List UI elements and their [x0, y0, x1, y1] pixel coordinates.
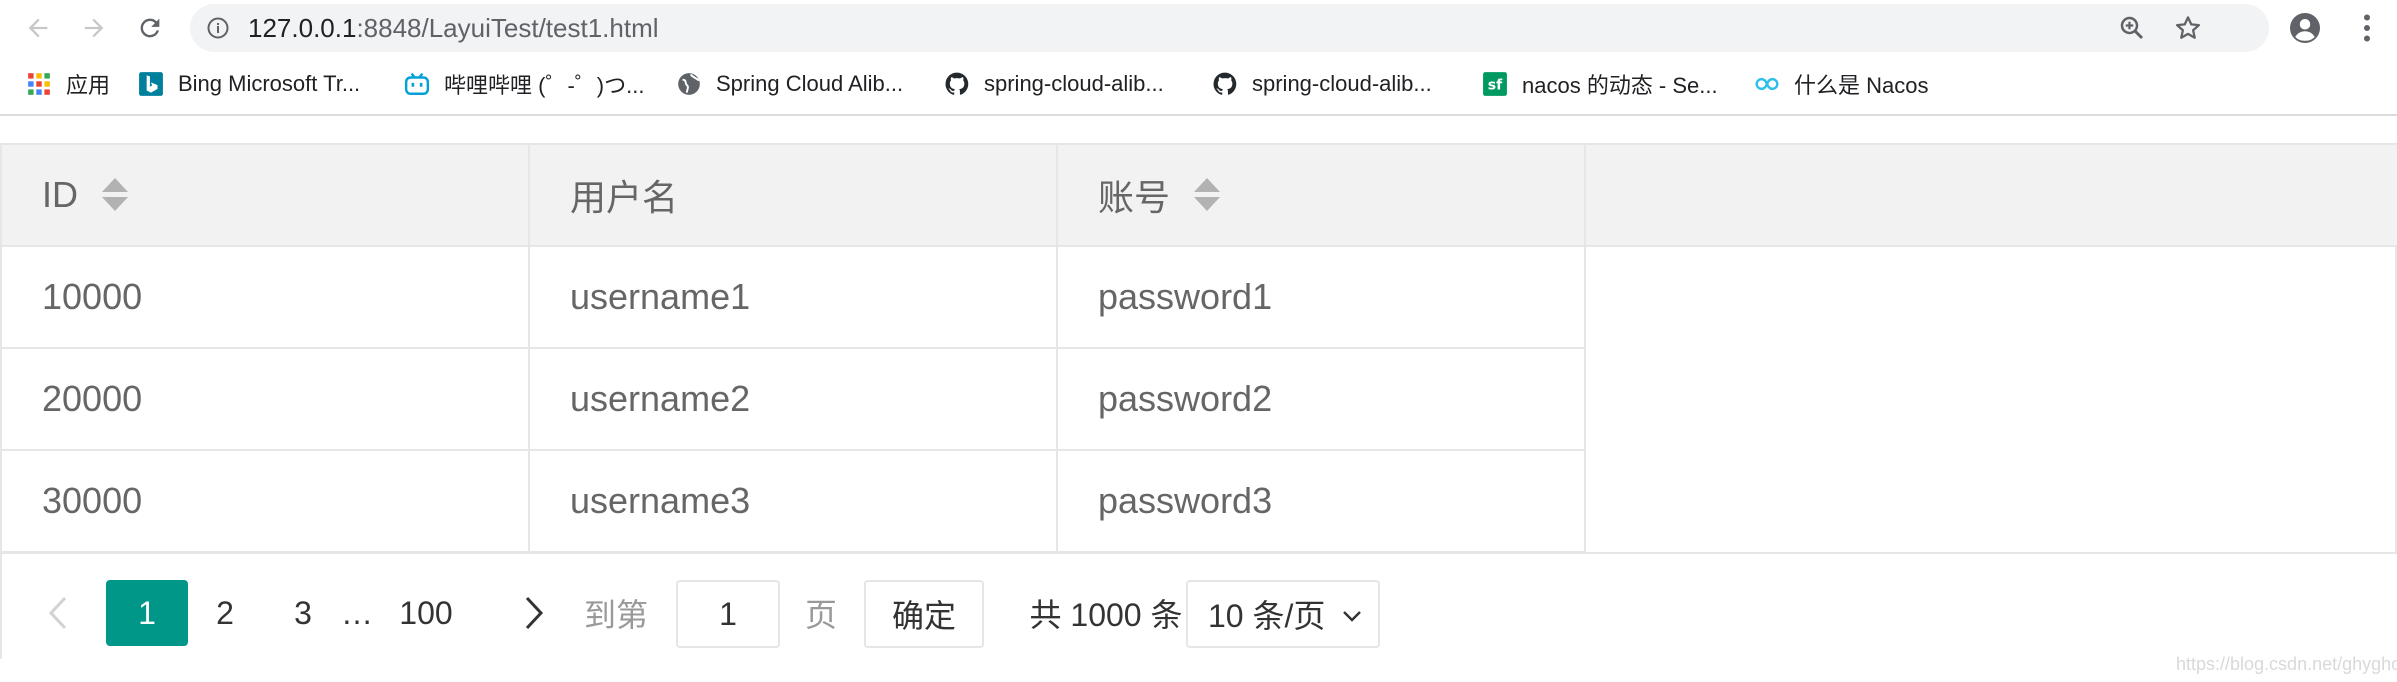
site-info-icon[interactable] [206, 16, 230, 40]
column-header-label: 用户名 [570, 177, 679, 218]
bookmark-label: nacos 的动态 - Se... [1522, 73, 1718, 98]
column-header-account[interactable]: 账号 [1058, 145, 1586, 245]
page-ellipsis: … [341, 594, 373, 631]
bookmark-bilibili[interactable]: 哔哩哔哩 (゜-゜)つ... [404, 66, 644, 102]
bookmark-label: 什么是 Nacos [1794, 73, 1929, 98]
bookmark-label: spring-cloud-alib... [1252, 71, 1432, 96]
skip-label: 到第 [583, 597, 648, 633]
bookmark-github-2[interactable]: spring-cloud-alib... [1212, 66, 1432, 102]
nacos-icon [1754, 71, 1780, 97]
address-bar[interactable]: 127.0.0.1:8848/LayuiTest/test1.html [190, 4, 2269, 52]
bookmark-apps[interactable]: 应用 [26, 66, 110, 102]
forward-arrow-icon [84, 18, 104, 38]
column-header-empty [1586, 145, 2397, 245]
bookmark-nacos[interactable]: 什么是 Nacos [1754, 66, 1928, 102]
svg-text:sf: sf [1488, 77, 1503, 93]
page-last[interactable]: 100 [392, 580, 460, 646]
cell-account: password2 [1058, 349, 1586, 449]
table-body: 10000 username1 password1 20000 username… [2, 247, 1586, 553]
chevron-down-icon [1343, 611, 1361, 622]
cell-username: username3 [530, 451, 1058, 551]
zoom-icon[interactable] [2117, 13, 2147, 43]
cell-username: username2 [530, 349, 1058, 449]
cell-account: password1 [1058, 247, 1586, 347]
back-arrow-icon [28, 18, 48, 38]
bookmark-label: spring-cloud-alib... [984, 71, 1164, 96]
watermark: https://blog.csdn.net/ghyghost [2176, 654, 2397, 674]
column-header-id[interactable]: ID [2, 145, 530, 245]
page-unit-label: 页 [804, 597, 837, 633]
sort-icon[interactable] [1194, 178, 1221, 212]
table-row[interactable]: 20000 username2 password2 [2, 349, 1586, 451]
github-icon [944, 71, 970, 97]
url-host: 127.0.0.1 [248, 13, 357, 43]
bookmark-spring-cloud[interactable]: Spring Cloud Alib... [676, 66, 903, 102]
total-count: 共 1000 条 [1029, 597, 1183, 633]
column-header-label: ID [42, 174, 78, 215]
chevron-right-icon [525, 596, 544, 630]
prev-page-button[interactable] [30, 580, 86, 646]
github-icon [1212, 71, 1238, 97]
reload-icon [140, 18, 160, 38]
page-current[interactable]: 1 [106, 580, 188, 646]
bookmark-github-1[interactable]: spring-cloud-alib... [944, 66, 1164, 102]
segmentfault-icon: sf [1482, 71, 1508, 97]
bing-icon [138, 71, 164, 97]
table-row[interactable]: 30000 username3 password3 [2, 451, 1586, 553]
page-3[interactable]: 3 [278, 580, 328, 646]
confirm-jump-button[interactable]: 确定 [864, 580, 984, 648]
column-header-label: 账号 [1098, 177, 1171, 218]
more-menu-icon[interactable] [2349, 10, 2385, 46]
page-2[interactable]: 2 [202, 580, 248, 646]
reload-button[interactable] [130, 8, 170, 48]
cell-id: 20000 [2, 349, 530, 449]
column-header-username: 用户名 [530, 145, 1058, 245]
account-icon[interactable] [2287, 10, 2323, 46]
bookmark-label: Spring Cloud Alib... [716, 71, 904, 96]
table-header: ID 用户名 账号 [2, 145, 2397, 247]
bookmark-label: Bing Microsoft Tr... [178, 71, 361, 96]
chrome-divider [0, 114, 2397, 116]
bilibili-icon [404, 71, 430, 97]
page-size-value: 10 条/页 [1208, 598, 1326, 634]
cell-id: 30000 [2, 451, 530, 551]
next-page-button[interactable] [506, 580, 562, 646]
apps-grid-icon [26, 71, 52, 97]
pagination: 1 2 3 … 100 到第 页 确定 共 1000 条 10 条/页 [2, 552, 2397, 659]
bookmark-star-icon[interactable] [2173, 13, 2203, 43]
url-text[interactable]: 127.0.0.1:8848/LayuiTest/test1.html [248, 15, 659, 41]
table-row[interactable]: 10000 username1 password1 [2, 247, 1586, 349]
page-size-select[interactable]: 10 条/页 [1186, 580, 1380, 648]
url-path: :8848/LayuiTest/test1.html [356, 13, 659, 43]
page-jump-input[interactable] [676, 580, 780, 648]
bookmark-bing[interactable]: Bing Microsoft Tr... [138, 66, 360, 102]
bookmark-segmentfault[interactable]: sf nacos 的动态 - Se... [1482, 66, 1718, 102]
back-button[interactable] [18, 8, 58, 48]
globe-icon [676, 71, 702, 97]
bookmarks-bar: 应用 Bing Microsoft Tr... 哔哩哔哩 (゜-゜)つ... S… [0, 60, 2397, 108]
bookmark-label: 应用 [66, 73, 111, 98]
browser-toolbar: 127.0.0.1:8848/LayuiTest/test1.html [0, 0, 2397, 56]
cell-username: username1 [530, 247, 1058, 347]
bookmark-label: 哔哩哔哩 (゜-゜)つ... [444, 73, 645, 98]
forward-button[interactable] [74, 8, 114, 48]
cell-account: password3 [1058, 451, 1586, 551]
sort-icon[interactable] [102, 178, 128, 212]
data-table: ID 用户名 账号 10000 username1 password1 2000… [0, 143, 2397, 659]
chevron-left-icon [48, 596, 67, 630]
cell-id: 10000 [2, 247, 530, 347]
